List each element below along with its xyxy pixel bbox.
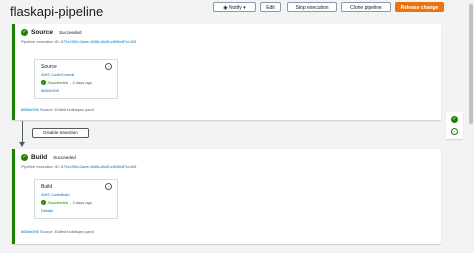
execution-id-label: Pipeline execution ID: [21, 39, 60, 44]
stage-footer: 8680e396 Source: Edited buildspec.yaml [21, 107, 94, 112]
stage-name: Build [31, 154, 48, 161]
action-details-link[interactable]: Details [41, 208, 53, 213]
build-action-card: Build i AWS CodeBuild ✓ Succeeded - 3 da… [34, 179, 118, 219]
action-status-text: Succeeded [48, 80, 69, 85]
stage-name: Source [31, 29, 54, 36]
check-circle-icon[interactable]: ✓ [451, 116, 458, 123]
info-icon[interactable]: i [105, 183, 112, 190]
clone-pipeline-button[interactable]: Clone pipeline [341, 2, 391, 12]
source-action-card: Source i AWS CodeCommit ✓ Succeeded - 4 … [34, 59, 118, 99]
check-circle-icon: ✓ [41, 200, 46, 205]
action-provider-link[interactable]: AWS CodeCommit [41, 72, 74, 77]
release-change-button[interactable]: Release change [395, 2, 444, 12]
chevron-down-icon: ▾ [243, 5, 246, 11]
stage-status: Succeeded [53, 155, 76, 160]
page-title: flaskapi-pipeline [10, 4, 104, 19]
action-status-text: Succeeded [48, 200, 69, 205]
action-name: Build [41, 184, 53, 190]
scrollbar-thumb[interactable] [469, 4, 473, 124]
footer-revision-link[interactable]: 8680e396 [21, 107, 39, 112]
footer-revision-text: Source: Edited buildspec.yaml [39, 107, 94, 112]
source-stage: ✓ Source Succeeded Pipeline execution ID… [12, 24, 441, 120]
info-icon[interactable]: i [105, 63, 112, 70]
arrow-down-icon [19, 142, 25, 147]
stage-header: ✓ Build Succeeded [21, 154, 76, 161]
action-name: Source [41, 64, 57, 70]
action-status-time: - 4 days ago [70, 80, 93, 85]
action-status-time: - 3 days ago [70, 200, 93, 205]
stage-footer: 8680e396 Source: Edited buildspec.yaml [21, 229, 94, 234]
disable-transition-button[interactable]: Disable transition [32, 128, 89, 138]
check-circle-outline-icon[interactable]: ✓ [451, 128, 458, 135]
action-revision-link[interactable]: 8680e396 [41, 88, 59, 93]
build-stage: ✓ Build Succeeded Pipeline execution ID:… [12, 149, 441, 244]
stop-execution-button[interactable]: Stop execution [287, 2, 337, 12]
footer-revision-link[interactable]: 8680e396 [21, 229, 39, 234]
action-provider-link[interactable]: AWS CodeBuild [41, 192, 70, 197]
check-circle-icon: ✓ [21, 29, 28, 36]
execution-id-link[interactable]: 672e105d-2aee-4686-a545-e696e87cc361 [61, 39, 137, 44]
stage-status: Succeeded [59, 30, 82, 35]
action-status: ✓ Succeeded - 3 days ago [41, 200, 92, 205]
footer-revision-text: Source: Edited buildspec.yaml [39, 229, 94, 234]
execution-id-link[interactable]: 672e105d-2aee-4686-a545-e696e87cc361 [61, 164, 137, 169]
edit-button[interactable]: Edit [260, 2, 281, 12]
notify-button[interactable]: ◉ Notify ▾ [213, 2, 256, 12]
stage-header: ✓ Source Succeeded [21, 29, 82, 36]
execution-id-label: Pipeline execution ID: [21, 164, 60, 169]
check-circle-icon: ✓ [41, 80, 46, 85]
notify-label: Notify [229, 5, 242, 11]
execution-id: Pipeline execution ID: 672e105d-2aee-468… [21, 39, 137, 44]
execution-id: Pipeline execution ID: 672e105d-2aee-468… [21, 164, 137, 169]
bell-icon: ◉ [223, 5, 228, 11]
check-circle-icon: ✓ [21, 154, 28, 161]
action-status: ✓ Succeeded - 4 days ago [41, 80, 92, 85]
side-status-panel: ✓ ✓ [446, 112, 463, 139]
